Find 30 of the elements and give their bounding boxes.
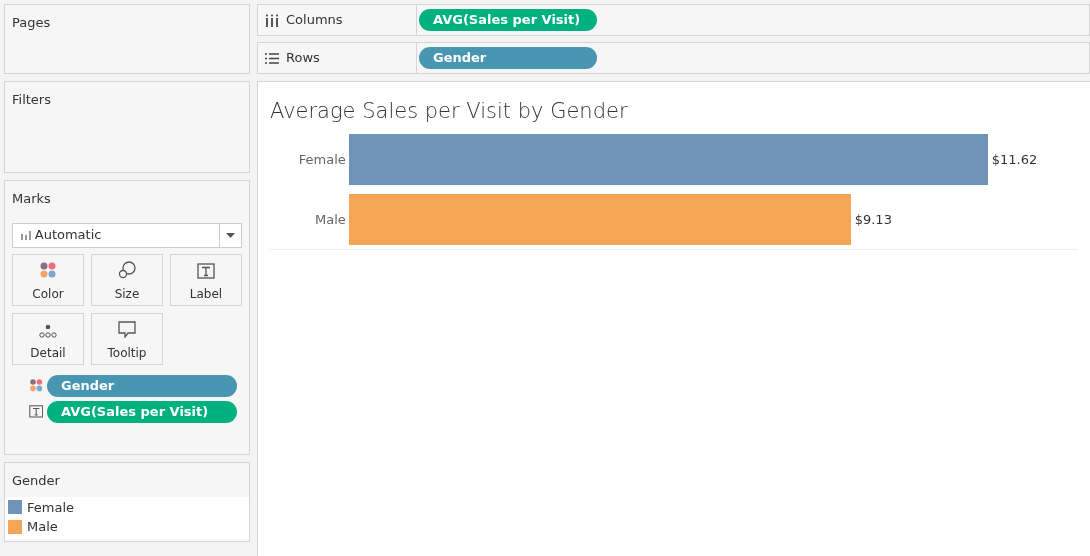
data-label: $9.13 [854, 210, 892, 229]
mark-type-dropdown[interactable]: Automatic [12, 222, 242, 248]
data-label: $11.62 [991, 150, 1038, 169]
mark-card-button[interactable]: Tooltip [91, 312, 163, 365]
text-icon [197, 262, 215, 279]
legend-label[interactable]: Male [27, 517, 58, 537]
columns-icon [265, 13, 279, 27]
legend-title: Gender [11, 472, 61, 490]
bar-chart-icon [19, 230, 32, 240]
caret-icon [226, 232, 235, 238]
mark-card-button[interactable]: Color [12, 253, 84, 306]
mark-card-button[interactable]: Label [170, 253, 242, 306]
category-label: Male [313, 210, 347, 229]
chart-title: Average Sales per Visit by Gender [270, 98, 628, 125]
legend-label[interactable]: Female [27, 497, 74, 517]
shelf-label: Columns [286, 11, 343, 30]
list-icon [265, 51, 279, 65]
dots-icon [39, 323, 57, 338]
speech-bubble-icon [118, 320, 136, 338]
panel-title: Filters [11, 91, 52, 109]
text-icon [28, 405, 44, 418]
shelf-label: Rows [286, 49, 320, 68]
panel-title: Marks [11, 190, 52, 208]
color-dots-icon [39, 260, 57, 279]
circles-icon [117, 259, 137, 279]
mark-card-button[interactable]: Detail [12, 312, 84, 365]
mark-card-button[interactable]: Size [91, 253, 163, 306]
color-dots-icon [28, 378, 44, 393]
category-label: Female [297, 150, 347, 169]
panel-title: Pages [11, 14, 52, 32]
